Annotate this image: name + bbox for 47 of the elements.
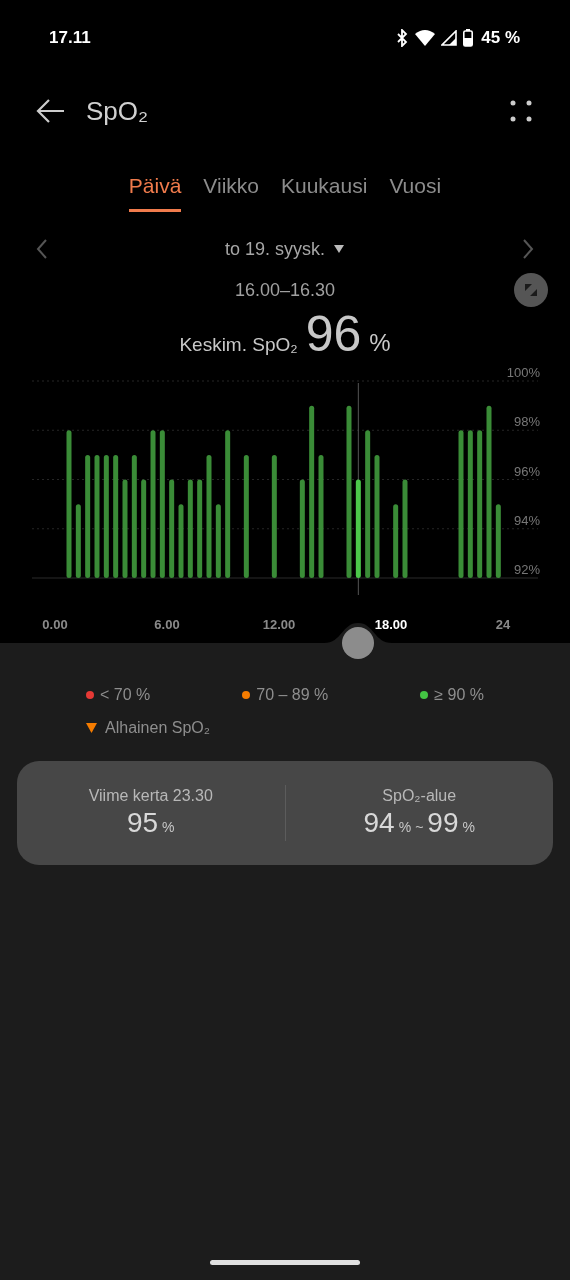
page-title: SpO₂ bbox=[86, 95, 150, 127]
stat-value: 95 bbox=[126, 807, 159, 839]
y-tick-label: 94% bbox=[513, 512, 540, 528]
stat-unit: % bbox=[398, 819, 412, 835]
stat-label: Viime kerta 23.30 bbox=[88, 787, 213, 805]
wifi-icon bbox=[415, 29, 436, 46]
x-tick-label: 24 bbox=[495, 617, 511, 632]
stat-unit: ~ bbox=[415, 819, 424, 835]
x-tick-label: 6.00 bbox=[154, 617, 180, 632]
x-tick-label: 0.00 bbox=[42, 617, 68, 632]
back-icon[interactable] bbox=[36, 98, 66, 124]
x-tick-label: 12.00 bbox=[262, 617, 296, 632]
triangle-icon bbox=[86, 723, 97, 733]
y-tick-label: 96% bbox=[513, 463, 540, 479]
legend-label: < 70 % bbox=[100, 686, 151, 704]
date-picker[interactable]: to 19. syysk. bbox=[224, 238, 345, 260]
tab[interactable]: Kuukausi bbox=[281, 172, 368, 212]
y-tick-label: 100% bbox=[506, 365, 540, 380]
battery-level: 45 % bbox=[481, 27, 520, 48]
average-label: Keskim. SpO₂ bbox=[179, 334, 298, 356]
time-range: 16.00–16.30 bbox=[234, 279, 336, 301]
stat-value: 94 bbox=[363, 807, 395, 839]
tab[interactable]: Päivä bbox=[128, 172, 182, 212]
average-unit: % bbox=[369, 329, 391, 357]
stat-unit: % bbox=[462, 819, 475, 835]
x-tick-label: 18.00 bbox=[374, 617, 408, 632]
expand-button[interactable] bbox=[514, 273, 548, 307]
stat-value: 99 bbox=[427, 807, 459, 839]
battery-icon bbox=[463, 28, 474, 47]
legend-label: 70 – 89 % bbox=[256, 686, 329, 704]
caret-icon bbox=[333, 244, 345, 254]
expand-icon bbox=[524, 283, 538, 297]
tab[interactable]: Viikko bbox=[203, 172, 259, 212]
average-value: 96 bbox=[305, 305, 362, 363]
stat-unit: % bbox=[162, 819, 175, 835]
y-tick-label: 98% bbox=[513, 414, 540, 430]
y-tick-label: 92% bbox=[513, 562, 540, 577]
clock: 17.11 bbox=[49, 27, 91, 48]
stat-label: SpO₂-alue bbox=[382, 787, 457, 805]
previous-icon[interactable] bbox=[35, 238, 49, 260]
bluetooth-icon bbox=[395, 28, 410, 47]
legend-label: Alhainen SpO₂ bbox=[105, 719, 210, 737]
tab[interactable]: Vuosi bbox=[389, 172, 442, 212]
legend-label: ≥ 90 % bbox=[434, 686, 484, 704]
more-icon[interactable] bbox=[510, 100, 532, 122]
signal-icon bbox=[441, 29, 458, 46]
next-icon[interactable] bbox=[521, 238, 535, 260]
